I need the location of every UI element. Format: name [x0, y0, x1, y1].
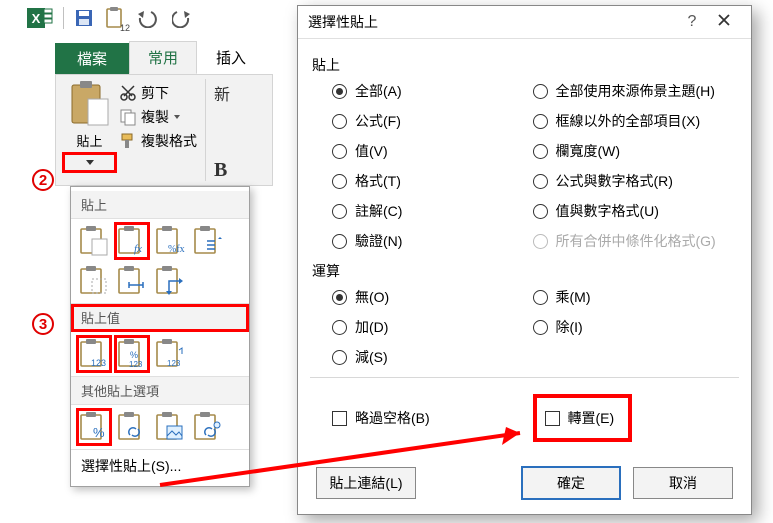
paste-button[interactable]: 貼上: [62, 79, 117, 150]
group-paste-label: 貼上: [312, 55, 733, 75]
radio-formulas-num[interactable]: 公式與數字格式(R): [533, 171, 734, 191]
paste-link-button[interactable]: 貼上連結(L): [316, 467, 416, 499]
paste-formulas-num-icon[interactable]: %fx: [155, 225, 185, 257]
divider: [310, 377, 739, 378]
copy-label: 複製: [141, 107, 169, 127]
svg-text:%: %: [130, 350, 138, 360]
format-painter-button[interactable]: 複製格式: [119, 131, 197, 151]
copy-icon: [119, 108, 137, 126]
paste-formulas-icon[interactable]: fx: [117, 225, 147, 257]
undo-icon[interactable]: [136, 8, 162, 28]
paste-special-menu-item[interactable]: 選擇性貼上(S)...: [71, 450, 249, 482]
radio-validation[interactable]: 驗證(N): [332, 231, 533, 251]
cancel-button[interactable]: 取消: [633, 467, 733, 499]
radio-none[interactable]: 無(O): [332, 287, 533, 307]
paste-special-label: 選擇性貼上(S)...: [81, 458, 181, 474]
paste-values-source-icon[interactable]: 123: [155, 338, 185, 370]
font-placeholder: 新: [214, 81, 230, 105]
qat-paste-badge: 12: [120, 23, 130, 33]
tab-home[interactable]: 常用: [129, 41, 197, 74]
format-painter-icon: [119, 132, 137, 150]
paste-no-borders-icon[interactable]: [79, 265, 109, 297]
dialog-title: 選擇性貼上: [308, 12, 677, 32]
qat-paste-icon[interactable]: 12: [104, 6, 126, 30]
radio-col-widths[interactable]: 欄寬度(W): [533, 141, 734, 161]
paste-gallery: 貼上 fx %fx 貼上值 123 %123 123: [70, 186, 250, 487]
radio-except-borders[interactable]: 框線以外的全部項目(X): [533, 111, 734, 131]
radio-subtract[interactable]: 減(S): [332, 347, 533, 367]
redo-icon[interactable]: [172, 8, 194, 28]
callout-3: 3: [32, 313, 54, 335]
gallery-section-other: 其他貼上選項: [71, 377, 249, 405]
chk-skip-blanks[interactable]: 略過空格(B): [332, 394, 533, 442]
ok-button[interactable]: 確定: [521, 466, 621, 500]
group-sep: [205, 79, 206, 181]
paste-values-icon[interactable]: 123: [79, 338, 109, 370]
scissors-icon: [119, 84, 137, 102]
paste-link-icon[interactable]: [117, 411, 147, 443]
callout-2: 2: [32, 169, 54, 191]
paste-values-num-icon[interactable]: %123: [117, 338, 147, 370]
paste-linked-picture-icon[interactable]: [193, 411, 223, 443]
svg-text:123: 123: [91, 358, 106, 368]
copy-button[interactable]: 複製: [119, 107, 197, 127]
radio-formats[interactable]: 格式(T): [332, 171, 533, 191]
svg-text:%: %: [93, 425, 105, 440]
paste-transpose-icon[interactable]: [155, 265, 185, 297]
paste-picture-icon[interactable]: [155, 411, 185, 443]
radio-values-num[interactable]: 值與數字格式(U): [533, 201, 734, 221]
qat-separator: [63, 7, 64, 29]
format-painter-label: 複製格式: [141, 131, 197, 151]
paste-dropdown[interactable]: [62, 152, 117, 173]
radio-all-cond: 所有合併中條件化格式(G): [533, 231, 734, 251]
radio-all[interactable]: 全部(A): [332, 81, 533, 101]
gallery-section-values: 貼上值: [71, 304, 249, 332]
radio-add[interactable]: 加(D): [332, 317, 533, 337]
chk-transpose[interactable]: 轉置(E): [533, 394, 633, 442]
paste-keep-source-icon[interactable]: [193, 225, 223, 257]
close-icon[interactable]: [707, 13, 741, 31]
gallery-section-paste: 貼上: [71, 191, 249, 219]
radio-multiply[interactable]: 乘(M): [533, 287, 734, 307]
radio-comments[interactable]: 註解(C): [332, 201, 533, 221]
svg-text:123: 123: [167, 359, 181, 368]
help-icon[interactable]: ?: [677, 13, 707, 31]
svg-text:123: 123: [129, 360, 143, 369]
excel-app-icon: X: [27, 5, 53, 31]
cut-label: 剪下: [141, 83, 169, 103]
radio-values[interactable]: 值(V): [332, 141, 533, 161]
svg-text:%fx: %fx: [168, 244, 185, 255]
tab-file[interactable]: 檔案: [55, 43, 129, 74]
chevron-down-icon: [173, 113, 181, 121]
svg-text:X: X: [32, 11, 41, 26]
paste-all-icon[interactable]: [79, 225, 109, 257]
tab-insert[interactable]: 插入: [197, 41, 265, 74]
group-op-label: 運算: [312, 261, 733, 281]
paste-label: 貼上: [62, 131, 117, 150]
paste-formatting-icon[interactable]: %: [79, 411, 109, 443]
paste-special-dialog: 選擇性貼上 ? 貼上 全部(A) 全部使用來源佈景主題(H) 公式(F) 框線以…: [297, 5, 752, 515]
radio-all-theme[interactable]: 全部使用來源佈景主題(H): [533, 81, 734, 101]
bold-button[interactable]: B: [214, 159, 230, 182]
radio-divide[interactable]: 除(I): [533, 317, 734, 337]
paste-col-width-icon[interactable]: [117, 265, 147, 297]
radio-formulas[interactable]: 公式(F): [332, 111, 533, 131]
svg-text:fx: fx: [134, 243, 142, 255]
save-icon[interactable]: [74, 8, 94, 28]
cut-button[interactable]: 剪下: [119, 83, 197, 103]
